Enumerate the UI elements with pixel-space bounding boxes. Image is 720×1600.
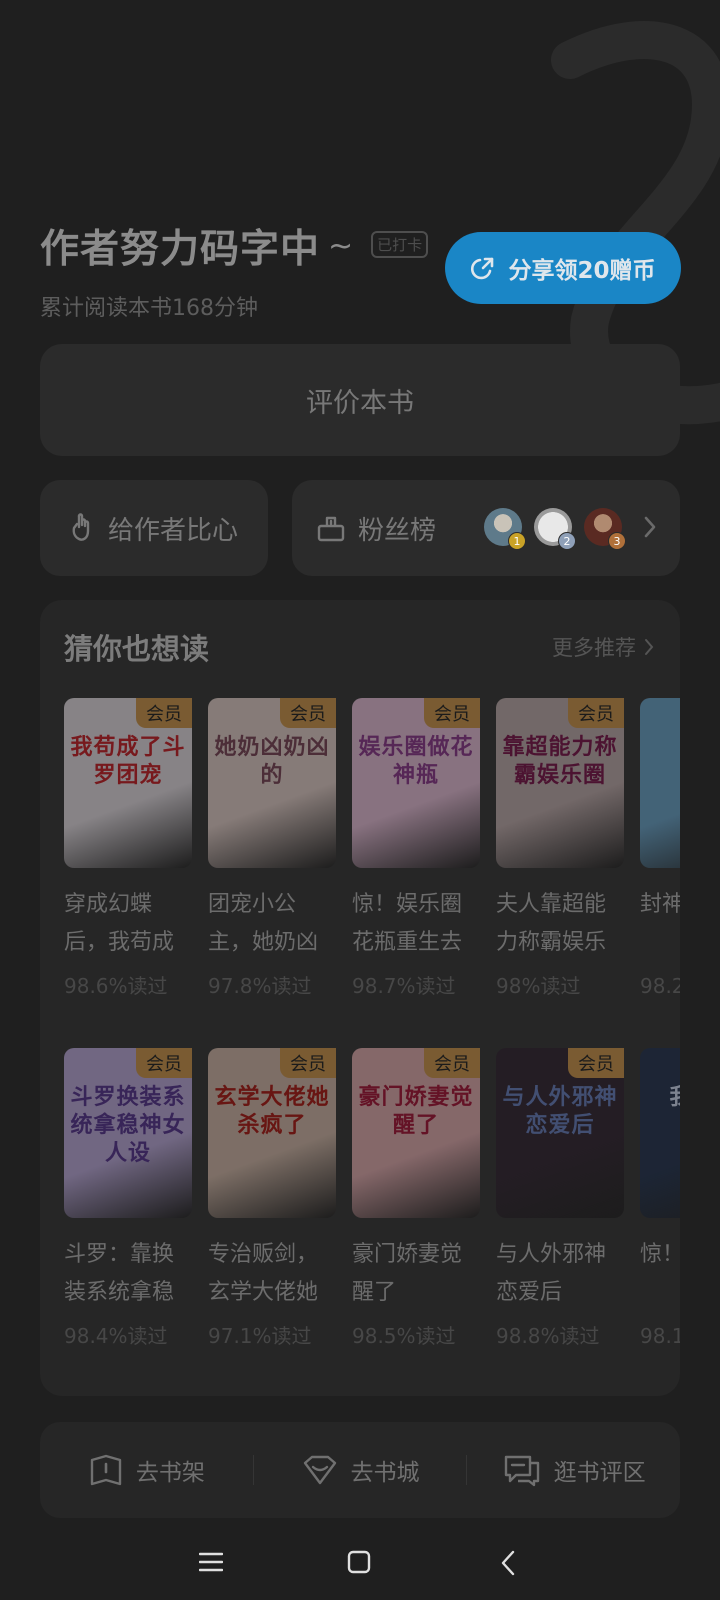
title-tilde: ~ [328, 228, 354, 264]
go-shelf-label: 去书架 [135, 1460, 205, 1486]
fan-list-icon [317, 516, 345, 542]
book-cover[interactable]: 我成了 [640, 1048, 680, 1218]
fans-ranking-label: 粉丝榜 [358, 515, 437, 546]
rank-badge: 3 [608, 532, 626, 550]
fans-ranking-button[interactable]: 粉丝榜 1 2 3 [292, 480, 680, 576]
reading-time: 累计阅读本书168分钟 [40, 296, 258, 321]
cover-title-art: 靠超能力称霸娱乐圈 [502, 735, 618, 788]
rank-badge: 2 [558, 532, 576, 550]
book-title: 豪门娇妻觉醒了 [352, 1242, 463, 1305]
more-recommend-link[interactable]: 更多推荐 [552, 632, 654, 662]
book-card[interactable]: 我苟成了斗罗团宠 会员穿成幻蝶后，我苟成 98.6%读过 [64, 698, 192, 999]
comment-icon [504, 1455, 539, 1487]
book-title: 惊！无限 [640, 1242, 680, 1267]
rate-book-button[interactable]: 评价本书 [40, 344, 680, 456]
go-store-button[interactable]: 去书城 [254, 1453, 467, 1487]
give-heart-button[interactable]: 给作者比心 [40, 480, 268, 576]
vip-badge: 会员 [280, 1048, 336, 1078]
vip-badge: 会员 [424, 698, 480, 728]
give-heart-label: 给作者比心 [107, 515, 238, 546]
book-title: 惊！娱乐圈花瓶重生去 [352, 892, 463, 955]
bookshelf-icon [90, 1454, 122, 1486]
avatar[interactable]: 1 [484, 508, 526, 550]
read-percentage: 97.8%读过 [208, 974, 312, 998]
read-percentage: 97.1%读过 [208, 1324, 312, 1348]
read-percentage: 98.1%读过 [640, 1324, 680, 1348]
book-title: 专治贩剑，玄学大佬她 [208, 1242, 319, 1305]
menu-icon[interactable] [199, 1550, 223, 1574]
book-title: 封神星际 [640, 892, 680, 917]
book-title: 与人外邪神恋爱后 [496, 1242, 607, 1305]
cover-title-art: 星际 [646, 734, 680, 762]
book-title: 斗罗：靠换装系统拿稳 [64, 1242, 175, 1305]
book-card[interactable]: 靠超能力称霸娱乐圈 会员夫人靠超能力称霸娱乐 98%读过 [496, 698, 624, 999]
read-percentage: 98.7%读过 [352, 974, 456, 998]
vip-badge: 会员 [280, 698, 336, 728]
recommend-title: 猜你也想读 [64, 632, 210, 666]
read-percentage: 98.5%读过 [352, 1324, 456, 1348]
book-card[interactable]: 星际会员封神星际98.2%读过 [640, 698, 680, 999]
share-button[interactable]: 分享领20赠币 [445, 232, 681, 304]
rank-badge: 1 [508, 532, 526, 550]
book-card[interactable]: 玄学大佬她杀疯了 会员专治贩剑，玄学大佬她 97.1%读过 [208, 1048, 336, 1349]
back-icon[interactable] [500, 1550, 516, 1576]
read-percentage: 98.4%读过 [64, 1324, 168, 1348]
read-percentage: 98.2%读过 [640, 974, 680, 998]
cover-title-art: 与人外邪神恋爱后 [502, 1085, 618, 1138]
book-card[interactable]: 娱乐圈做花神瓶 会员惊！娱乐圈花瓶重生去 98.7%读过 [352, 698, 480, 999]
go-store-label: 去书城 [350, 1460, 420, 1486]
go-reviews-label: 逛书评区 [553, 1460, 646, 1486]
book-card[interactable]: 她奶凶奶凶的 会员团宠小公主，她奶凶 97.8%读过 [208, 698, 336, 999]
bottom-action-bar: 去书架 去书城 逛书评区 [40, 1422, 680, 1518]
avatar[interactable]: 3 [584, 508, 626, 550]
cover-title-art: 我成了 [646, 1084, 680, 1112]
cover-title-art: 玄学大佬她杀疯了 [214, 1085, 330, 1138]
vip-badge: 会员 [568, 1048, 624, 1078]
read-percentage: 98.6%读过 [64, 974, 168, 998]
page-title: 作者努力码字中 [40, 227, 321, 272]
title-row: 作者努力码字中 ~ 已打卡 [40, 218, 429, 274]
share-label: 分享领20赠币 [508, 258, 656, 284]
fan-avatars: 1 2 3 [484, 508, 634, 550]
share-icon [471, 257, 494, 280]
store-icon [303, 1455, 336, 1485]
read-percentage: 98.8%读过 [496, 1324, 600, 1348]
cover-title-art: 斗罗换装系统拿稳神女人设 [70, 1085, 186, 1166]
read-percentage: 98%读过 [496, 974, 581, 998]
hand-heart-icon [72, 513, 90, 541]
checkin-badge: 已打卡 [371, 230, 429, 258]
rate-book-label: 评价本书 [306, 387, 414, 419]
book-card[interactable]: 与人外邪神恋爱后 会员与人外邪神恋爱后 98.8%读过 [496, 1048, 624, 1349]
recommend-panel: 猜你也想读 更多推荐 我苟成了斗罗团宠 会员 穿成幻蝶后，我苟成 98.6%读过 她奶凶… [40, 600, 680, 1396]
vip-badge: 会员 [568, 698, 624, 728]
book-card[interactable]: 我成了会员惊！无限98.1%读过 [640, 1048, 680, 1349]
cover-title-art: 豪门娇妻觉醒了 [358, 1085, 474, 1138]
book-title: 夫人靠超能力称霸娱乐 [496, 892, 607, 955]
cover-title-art: 娱乐圈做花神瓶 [358, 735, 474, 788]
go-shelf-button[interactable]: 去书架 [40, 1452, 253, 1488]
book-card[interactable]: 斗罗换装系统拿稳神女人设 会员斗罗：靠换装系统拿稳 98.4%读过 [64, 1048, 192, 1349]
book-cover[interactable]: 星际 [640, 698, 680, 868]
book-card[interactable]: 豪门娇妻觉醒了 会员豪门娇妻觉醒了 98.5%读过 [352, 1048, 480, 1349]
book-title: 穿成幻蝶后，我苟成 [64, 892, 175, 955]
vip-badge: 会员 [136, 1048, 192, 1078]
system-navigation-bar [0, 1520, 720, 1600]
vip-badge: 会员 [424, 1048, 480, 1078]
more-recommend-label: 更多推荐 [552, 636, 636, 660]
cover-title-art: 她奶凶奶凶的 [214, 735, 330, 788]
home-icon[interactable] [347, 1550, 371, 1574]
book-title: 团宠小公主，她奶凶 [208, 892, 319, 955]
vip-badge: 会员 [136, 698, 192, 728]
chevron-right-icon [645, 639, 654, 655]
cover-title-art: 我苟成了斗罗团宠 [70, 735, 186, 788]
go-reviews-button[interactable]: 逛书评区 [467, 1453, 680, 1487]
chevron-right-icon [644, 516, 656, 538]
avatar[interactable]: 2 [534, 508, 576, 550]
